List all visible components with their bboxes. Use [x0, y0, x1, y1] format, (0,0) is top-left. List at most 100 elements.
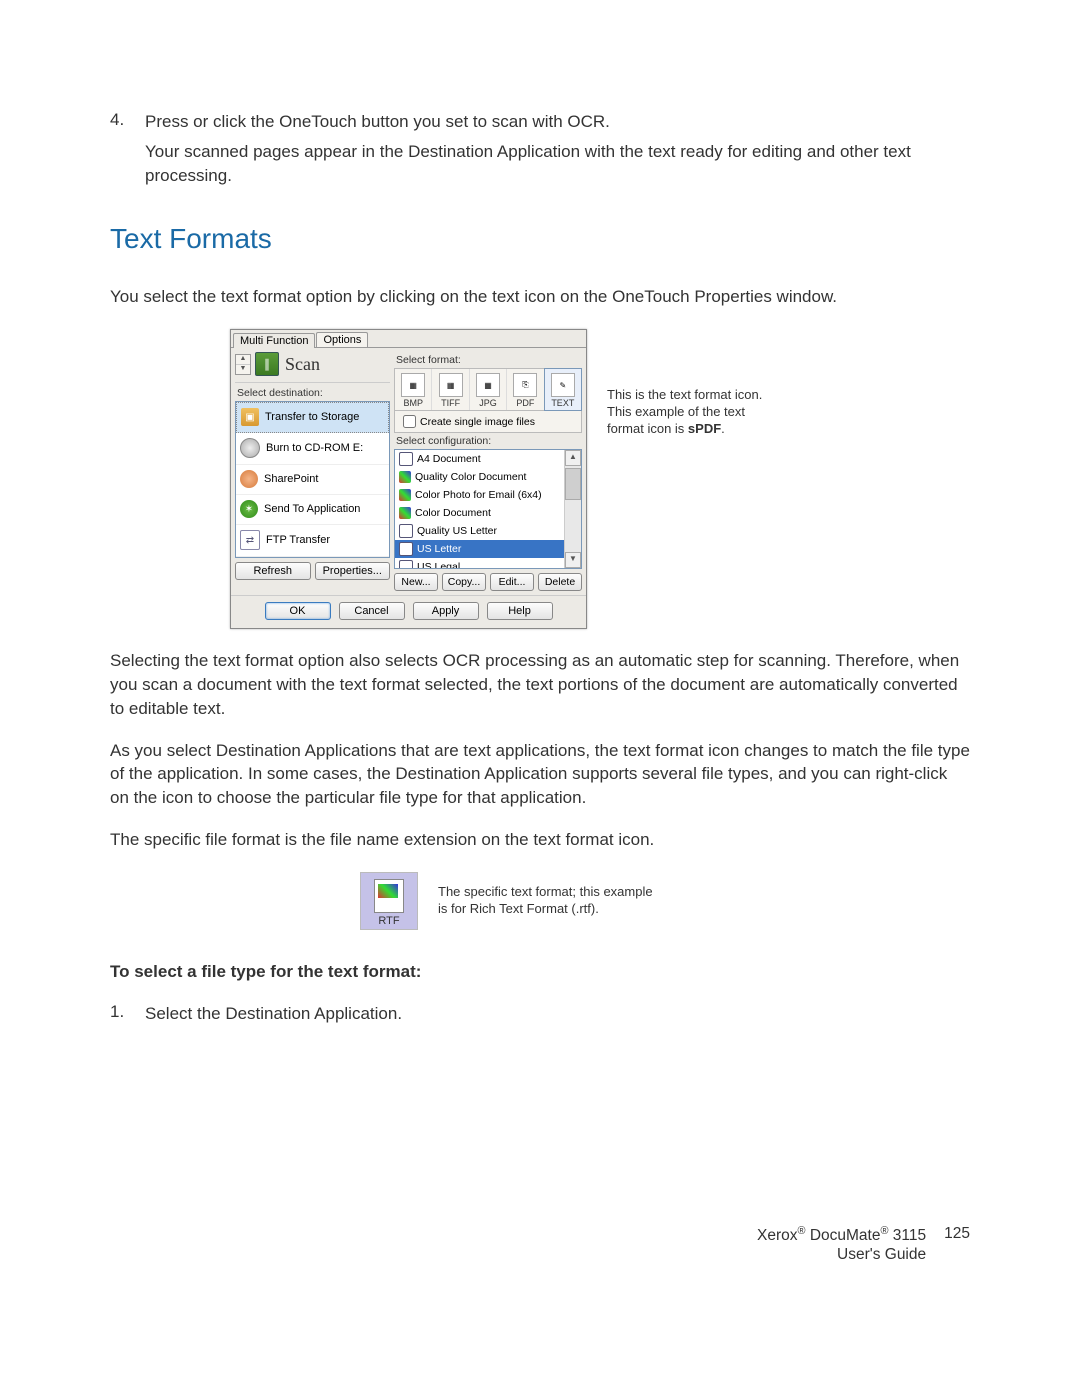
- pdf-icon: ⎘: [513, 373, 537, 397]
- properties-button[interactable]: Properties...: [315, 562, 391, 580]
- edit-button[interactable]: Edit...: [490, 573, 534, 591]
- dest-label: SharePoint: [264, 473, 318, 485]
- scroll-down-icon[interactable]: ▼: [565, 552, 581, 568]
- create-single-checkbox[interactable]: [403, 415, 416, 428]
- footer-product: Xerox® DocuMate® 3115 User's Guide: [757, 1225, 926, 1263]
- dest-label: Send To Application: [264, 503, 360, 515]
- text-format-annotation: This is the text format icon. This examp…: [607, 387, 767, 438]
- send-icon: ✶: [240, 500, 258, 518]
- step-4-line2: Your scanned pages appear in the Destina…: [145, 140, 970, 188]
- format-row: ▦BMP ▦TIFF ▦JPG ⎘PDF ✎TEXT: [394, 368, 582, 411]
- step-1-text: Select the Destination Application.: [145, 1002, 970, 1026]
- destination-list[interactable]: ▣ Transfer to Storage Burn to CD-ROM E: …: [235, 401, 390, 558]
- page-icon: [399, 560, 413, 569]
- rtf-icon-box: RTF: [360, 872, 418, 930]
- scroll-thumb[interactable]: [565, 468, 581, 500]
- subhead-select-filetype: To select a file type for the text forma…: [110, 960, 970, 984]
- onetouch-dialog: Multi Function Options ▲ ▼ ∥ Scan Select…: [230, 329, 587, 629]
- scanner-icon: ∥: [255, 352, 279, 376]
- config-item[interactable]: A4 Document: [395, 450, 581, 468]
- dialog-wrap: Multi Function Options ▲ ▼ ∥ Scan Select…: [230, 329, 970, 629]
- dialog-bottom-buttons: OK Cancel Apply Help: [231, 595, 586, 628]
- dest-burn-cd[interactable]: Burn to CD-ROM E:: [236, 433, 389, 465]
- select-format-label: Select format:: [396, 354, 582, 366]
- ok-button[interactable]: OK: [265, 602, 331, 620]
- step-1-number: 1.: [110, 1002, 145, 1026]
- copy-button[interactable]: Copy...: [442, 573, 486, 591]
- new-button[interactable]: New...: [394, 573, 438, 591]
- folder-icon: ▣: [241, 408, 259, 426]
- scan-spinner[interactable]: ▲ ▼: [235, 354, 251, 375]
- color-icon: [399, 471, 411, 483]
- config-item[interactable]: Quality US Letter: [395, 522, 581, 540]
- color-icon: [399, 507, 411, 519]
- delete-button[interactable]: Delete: [538, 573, 582, 591]
- section-title: Text Formats: [110, 223, 970, 255]
- rtf-example: RTF The specific text format; this examp…: [360, 872, 970, 930]
- ftp-icon: ⇄: [240, 530, 260, 550]
- step-4-body: Press or click the OneTouch button you s…: [145, 110, 970, 193]
- dest-ftp[interactable]: ⇄ FTP Transfer: [236, 525, 389, 557]
- left-pane: ▲ ▼ ∥ Scan Select destination: ▣ Transfe…: [235, 352, 390, 591]
- scroll-up-icon[interactable]: ▲: [565, 450, 581, 466]
- dest-send-to-app[interactable]: ✶ Send To Application: [236, 495, 389, 525]
- footer-page-number: 125: [944, 1225, 970, 1263]
- create-single-row[interactable]: Create single image files: [394, 411, 582, 433]
- config-item[interactable]: US Legal: [395, 558, 581, 569]
- config-list[interactable]: A4 Document Quality Color Document Color…: [394, 449, 582, 569]
- intro-paragraph: You select the text format option by cli…: [110, 285, 970, 309]
- create-single-label: Create single image files: [420, 416, 535, 428]
- select-destination-label: Select destination:: [237, 387, 390, 399]
- format-pdf[interactable]: ⎘PDF: [507, 369, 544, 410]
- scan-label: Scan: [285, 354, 320, 375]
- color-icon: [399, 489, 411, 501]
- tiff-icon: ▦: [439, 373, 463, 397]
- right-pane: Select format: ▦BMP ▦TIFF ▦JPG ⎘PDF ✎TEX…: [390, 352, 582, 591]
- step-4-line1: Press or click the OneTouch button you s…: [145, 110, 970, 134]
- sharepoint-icon: [240, 470, 258, 488]
- select-config-label: Select configuration:: [396, 435, 582, 447]
- footer-guide: User's Guide: [757, 1246, 926, 1264]
- text-icon: ✎: [551, 373, 575, 397]
- cd-icon: [240, 438, 260, 458]
- page-icon: [399, 542, 413, 556]
- cancel-button[interactable]: Cancel: [339, 602, 405, 620]
- format-tiff[interactable]: ▦TIFF: [432, 369, 469, 410]
- format-text[interactable]: ✎TEXT: [544, 368, 582, 411]
- help-button[interactable]: Help: [487, 602, 553, 620]
- format-jpg[interactable]: ▦JPG: [470, 369, 507, 410]
- page-icon: [399, 524, 413, 538]
- jpg-icon: ▦: [476, 373, 500, 397]
- config-item[interactable]: Color Document: [395, 504, 581, 522]
- dest-label: Transfer to Storage: [265, 411, 359, 423]
- config-scrollbar[interactable]: ▲ ▼: [564, 450, 581, 568]
- reg-mark-icon: ®: [798, 1225, 806, 1237]
- config-item-selected[interactable]: US Letter: [395, 540, 581, 558]
- page-icon: [399, 452, 413, 466]
- step-1: 1. Select the Destination Application.: [110, 1002, 970, 1026]
- dest-label: FTP Transfer: [266, 534, 330, 546]
- dest-open-scanned[interactable]: ▤ Open Scanned Document(s): [236, 557, 389, 558]
- format-bmp[interactable]: ▦BMP: [395, 369, 432, 410]
- config-item[interactable]: Quality Color Document: [395, 468, 581, 486]
- dest-sharepoint[interactable]: SharePoint: [236, 465, 389, 495]
- para-extension: The specific file format is the file nam…: [110, 828, 970, 852]
- step-4-number: 4.: [110, 110, 145, 193]
- dest-transfer-to-storage[interactable]: ▣ Transfer to Storage: [236, 402, 389, 433]
- spinner-up-icon[interactable]: ▲: [236, 355, 250, 365]
- rtf-caption: The specific text format; this example i…: [438, 884, 658, 918]
- para-ocr: Selecting the text format option also se…: [110, 649, 970, 720]
- bmp-icon: ▦: [401, 373, 425, 397]
- refresh-button[interactable]: Refresh: [235, 562, 311, 580]
- page-footer: Xerox® DocuMate® 3115 User's Guide 125: [110, 1225, 970, 1263]
- step-4: 4. Press or click the OneTouch button yo…: [110, 110, 970, 193]
- dest-label: Burn to CD-ROM E:: [266, 442, 363, 454]
- dialog-tabs: Multi Function Options: [231, 330, 586, 347]
- para-destapps: As you select Destination Applications t…: [110, 739, 970, 810]
- config-item[interactable]: Color Photo for Email (6x4): [395, 486, 581, 504]
- spinner-down-icon[interactable]: ▼: [236, 365, 250, 374]
- rtf-file-icon: [374, 879, 404, 913]
- apply-button[interactable]: Apply: [413, 602, 479, 620]
- tab-options[interactable]: Options: [316, 332, 368, 347]
- tab-multi-function[interactable]: Multi Function: [233, 333, 315, 348]
